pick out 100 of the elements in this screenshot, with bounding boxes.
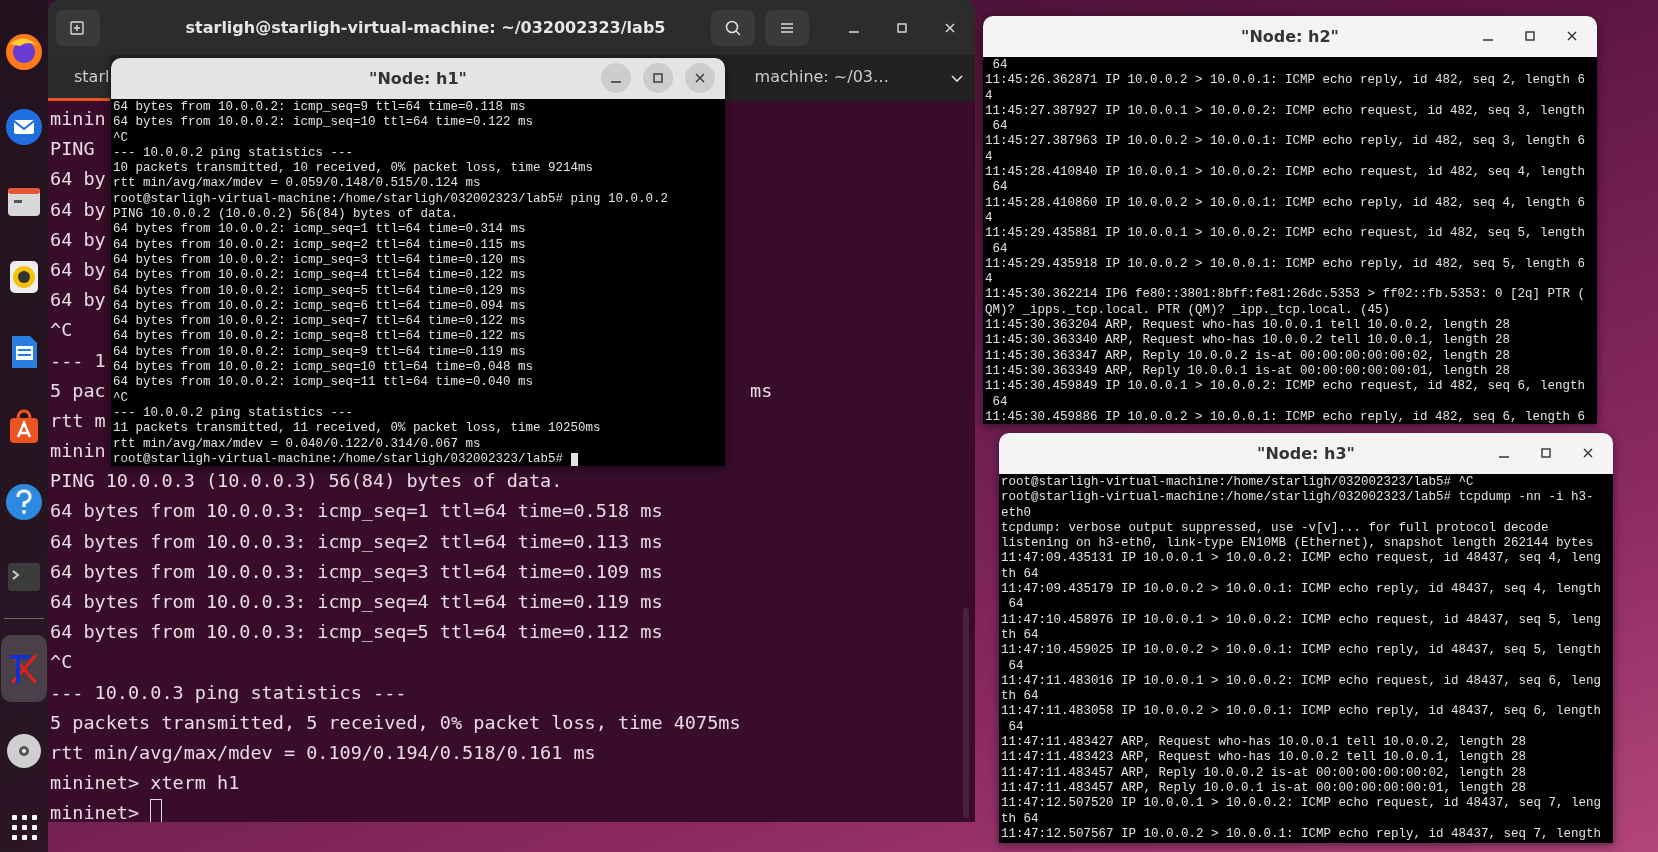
terminal-line: 64 bytes from 10.0.0.2: icmp_seq=3 ttl=64 time=0.120 ms (113, 252, 526, 269)
window-title: "Node: h3" (1257, 444, 1355, 463)
new-tab-icon (69, 18, 87, 37)
minimize-icon (1499, 456, 1509, 458)
terminal-line: 11:45:26.362871 IP 10.0.0.2 > 10.0.0.1: ICMP echo reply, id 482, seq 2, length 6 (985, 73, 1586, 89)
maximize-icon (1539, 446, 1553, 460)
terminal-line: 64 (991, 394, 1008, 410)
close-icon (693, 71, 707, 85)
help-icon (4, 481, 44, 522)
window-title: starligh@starligh-virtual-machine: ~/032002323/lab5 (184, 18, 667, 37)
terminal-line: root@starligh-virtual-machine:/home/starligh/032002323/lab5# (113, 451, 564, 466)
terminal-line: 64 (1007, 597, 1024, 613)
terminal-line: --- 10.0.0.2 ping statistics --- (113, 405, 354, 422)
terminal-line: 11:45:28.410860 IP 10.0.0.2 > 10.0.0.1: ICMP echo reply, id 482, seq 4, length 6 (985, 195, 1586, 211)
terminal-line: th 64 (1001, 811, 1039, 827)
terminal-line: PING 10.0.0.3 (10.0.0.3) 56(84) bytes of data. (50, 469, 563, 494)
terminal-line: 11:47:11.483423 ARP, Request who-has 10.0.0.2 tell 10.0.0.1, length 28 (1001, 750, 1527, 766)
window-title: "Node: h1" (369, 69, 467, 88)
minimize-icon (611, 81, 621, 83)
terminal-line: 11:47:10.459025 IP 10.0.0.2 > 10.0.0.1: ICMP echo reply, id 48437, seq 5, length (1001, 643, 1602, 659)
terminal-tab[interactable]: starl (48, 55, 110, 101)
terminal-line: 11:45:29.435881 IP 10.0.0.1 > 10.0.0.2: ICMP echo request, id 482, seq 5, length (985, 226, 1586, 242)
terminal-line: 11:45:28.410840 IP 10.0.0.1 > 10.0.0.2: ICMP echo request, id 482, seq 4, length (985, 165, 1586, 181)
terminal-line: PING (50, 137, 95, 162)
terminal-line: --- 10.0.0.3 ping statistics --- (50, 680, 407, 705)
terminal-line: 64 bytes from 10.0.0.3: icmp_seq=2 ttl=64 time=0.113 ms (50, 529, 663, 554)
terminal-line: 64 bytes from 10.0.0.2: icmp_seq=2 ttl=64 time=0.115 ms (113, 237, 526, 253)
terminal-line: 11:47:11.483457 ARP, Reply 10.0.0.2 is-at 00:00:00:00:00:02, length 28 (1001, 765, 1527, 781)
window-title: "Node: h2" (1241, 27, 1339, 46)
terminal-line: 64 bytes from 10.0.0.2: icmp_seq=6 ttl=64 time=0.094 ms (113, 298, 526, 315)
mail-icon (4, 106, 44, 147)
terminal-line: 64 (1007, 658, 1024, 674)
terminal-line: --- 10.0.0.2 ping statistics --- (113, 145, 354, 162)
terminal-line: mininet> (50, 801, 140, 822)
terminal-line: listening on h3-eth0, link-type EN10MB (Ethernet), snapshot length 262144 bytes (1001, 536, 1594, 552)
terminal-line: 11:45:29.435918 IP 10.0.0.2 > 10.0.0.1: ICMP echo reply, id 482, seq 5, length 6 (985, 256, 1586, 273)
terminal-line: minin (50, 107, 106, 131)
terminal-line: 64 bytes from 10.0.0.3: icmp_seq=5 ttl=64 time=0.112 ms (50, 620, 663, 645)
terminal-line: root@starligh-virtual-machine:/home/starligh/032002323/lab5# tcpdump -nn -i h3- (1001, 490, 1594, 506)
terminal-line: 64 by (50, 288, 106, 313)
terminal-line: 11:47:11.483016 IP 10.0.0.1 > 10.0.0.2: ICMP echo request, id 48437, seq 6, leng (1001, 673, 1602, 690)
terminal-line: 11:45:30.363340 ARP, Request who-has 10.0.0.2 tell 10.0.0.1, length 28 (985, 333, 1511, 349)
text-cursor (571, 452, 579, 466)
terminal-line: 11:47:09.435131 IP 10.0.0.1 > 10.0.0.2: ICMP echo request, id 48437, seq 4, leng (1001, 551, 1602, 567)
terminal-line: ms (750, 378, 773, 403)
terminal-line: 11:47:12.507567 IP 10.0.0.2 > 10.0.0.1: ICMP echo reply, id 48437, seq 7, length (1001, 826, 1602, 843)
minimize-button[interactable] (601, 63, 631, 93)
terminal-line: 5 packets transmitted, 5 received, 0% packet loss, time 4075ms (50, 710, 741, 735)
menu-button[interactable] (765, 9, 809, 46)
terminal-line: root@starligh-virtual-machine:/home/starligh/032002323/lab5# ^C (1001, 475, 1474, 491)
terminal-line: PING 10.0.0.2 (10.0.0.2) 56(84) bytes of data. (113, 207, 459, 223)
terminal-line: 64 bytes from 10.0.0.2: icmp_seq=8 ttl=64 time=0.122 ms (113, 329, 526, 345)
maximize-icon (895, 20, 909, 35)
terminal-line: 11:47:10.458976 IP 10.0.0.1 > 10.0.0.2: ICMP echo request, id 48437, seq 5, leng (1001, 612, 1602, 628)
terminal-line: 64 by (50, 257, 106, 282)
terminal-line: 11:45:27.387927 IP 10.0.0.1 > 10.0.0.2: ICMP echo request, id 482, seq 3, length (985, 103, 1586, 120)
terminal-line: 64 bytes from 10.0.0.2: icmp_seq=4 ttl=64 time=0.122 ms (113, 268, 526, 284)
terminal-line: 11:47:11.483427 ARP, Request who-has 10.0.0.1 tell 10.0.0.2, length 28 (1001, 735, 1527, 751)
search-button[interactable] (711, 9, 755, 46)
terminal-line: 4 (985, 149, 993, 166)
globe-icon (4, 31, 44, 72)
new-tab-button[interactable] (56, 9, 100, 46)
terminal-line: 11:45:30.363204 ARP, Request who-has 10.0.0.1 tell 10.0.0.2, length 28 (985, 318, 1511, 334)
terminal-line: 64 by (50, 197, 106, 222)
terminal-line: 4 (985, 88, 993, 104)
terminal-line: mininet> xterm h1 (50, 771, 240, 796)
close-button[interactable] (685, 63, 715, 93)
terminal-line: root@starligh-virtual-machine:/home/starligh/032002323/lab5# ping 10.0.0.2 (113, 191, 669, 208)
terminal-line: 64 bytes from 10.0.0.2: icmp_seq=9 ttl=64 time=0.118 ms (113, 100, 526, 116)
terminal-line: QM)? _ipps._tcp.local. PTR (QM)? _ipp._tcp.local. (45) (985, 302, 1391, 319)
terminal-tab[interactable]: machine: ~/03… (733, 55, 933, 101)
terminal-line: 64 bytes from 10.0.0.2: icmp_seq=1 ttl=64 time=0.314 ms (113, 222, 526, 238)
terminal-line: 11:45:30.362214 IP6 fe80::3801:8bff:fe81:26dc.5353 > ff02::fb.5353: 0 [2q] PTR ( (985, 287, 1586, 303)
terminal-line: 64 bytes from 10.0.0.2: icmp_seq=9 ttl=64 time=0.119 ms (113, 344, 526, 361)
terminal-line: 11:47:11.483058 IP 10.0.0.2 > 10.0.0.1: ICMP echo reply, id 48437, seq 6, length (1001, 704, 1602, 720)
terminal-line: 64 bytes from 10.0.0.2: icmp_seq=11 ttl=64 time=0.040 ms (113, 375, 534, 391)
terminal-line: 64 by (50, 227, 106, 252)
terminal-line: ^C (50, 318, 73, 343)
terminal-line: 5 pac (50, 378, 106, 403)
terminal-line: 64 (1007, 719, 1024, 736)
maximize-button[interactable] (643, 63, 673, 93)
terminal-line: eth0 (1001, 505, 1031, 521)
terminal-line: 64 bytes from 10.0.0.2: icmp_seq=5 ttl=64 time=0.129 ms (113, 283, 526, 299)
terminal-line: 11 packets transmitted, 11 received, 0% packet loss, time 10250ms (113, 421, 601, 437)
terminal-line: 64 bytes from 10.0.0.3: icmp_seq=3 ttl=64 time=0.109 ms (50, 559, 663, 584)
terminal-line: 10 packets transmitted, 10 received, 0% packet loss, time 9214ms (113, 161, 594, 177)
terminal-line: 64 (991, 119, 1008, 135)
terminal-line: 11:47:12.507520 IP 10.0.0.1 > 10.0.0.2: ICMP echo request, id 48437, seq 7, leng (1001, 796, 1602, 812)
terminal-line: th 64 (1001, 566, 1039, 583)
terminal-line: 11:47:11.483457 ARP, Reply 10.0.0.1 is-at 00:00:00:00:00:01, length 28 (1001, 780, 1527, 797)
terminal-line: 64 by (50, 167, 106, 192)
minimize-icon (1483, 39, 1493, 41)
terminal-line: 64 (991, 180, 1008, 196)
terminal-line: 64 (991, 58, 1008, 74)
terminal-line: 11:45:30.363349 ARP, Reply 10.0.0.1 is-at 00:00:00:00:00:01, length 28 (985, 363, 1511, 380)
terminal-line: 4 (985, 272, 993, 288)
terminal-line: 64 bytes from 10.0.0.2: icmp_seq=10 ttl=64 time=0.048 ms (113, 360, 534, 376)
close-icon (1565, 29, 1579, 43)
terminal-line: 4 (985, 210, 993, 227)
terminal-line: rtt min/avg/max/mdev = 0.040/0.122/0.314/0.067 ms (113, 436, 481, 452)
